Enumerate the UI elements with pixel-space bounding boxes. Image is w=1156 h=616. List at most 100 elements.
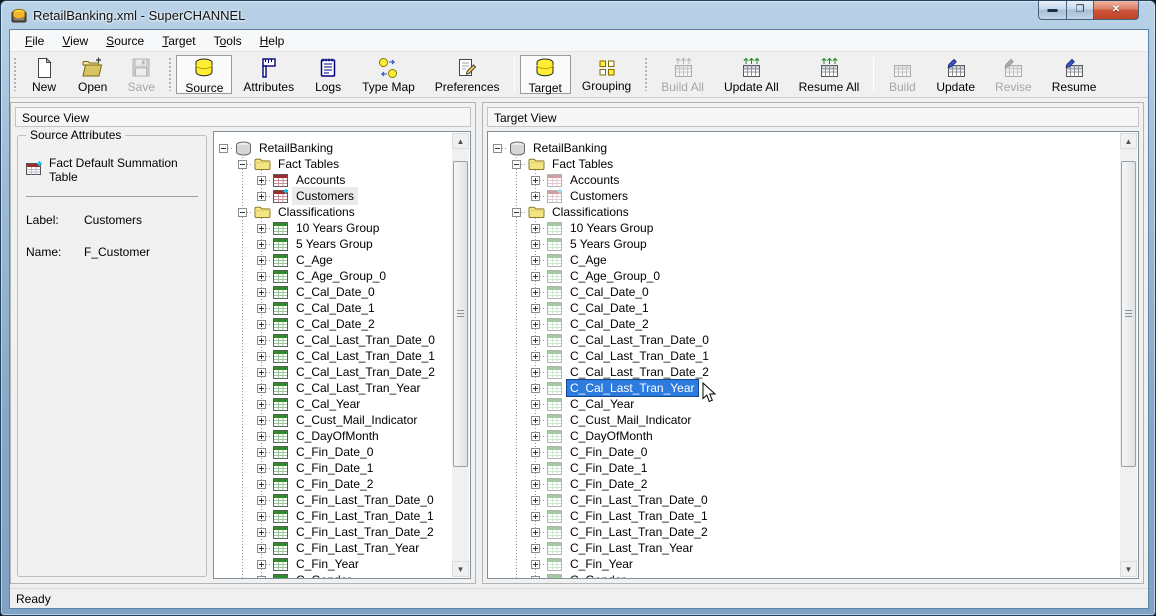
tree-item-c-age[interactable]: C_Age — [489, 252, 1120, 268]
tree-item-5-years-group[interactable]: 5 Years Group — [215, 236, 452, 252]
minimize-button[interactable]: ▬ — [1038, 1, 1067, 20]
menu-tools[interactable]: Tools — [205, 31, 251, 51]
expand-icon[interactable] — [531, 464, 540, 473]
expand-icon[interactable] — [257, 320, 266, 329]
tree-item-c-cal-year[interactable]: C_Cal_Year — [489, 396, 1120, 412]
expand-icon[interactable] — [531, 352, 540, 361]
tree-item-accounts[interactable]: Accounts — [489, 172, 1120, 188]
tree-item-c-fin-date-1[interactable]: C_Fin_Date_1 — [489, 460, 1120, 476]
tree-item-c-fin-year[interactable]: C_Fin_Year — [489, 556, 1120, 572]
tree-item-c-cal-date-2[interactable]: C_Cal_Date_2 — [489, 316, 1120, 332]
menu-target[interactable]: Target — [153, 31, 204, 51]
menu-help[interactable]: Help — [251, 31, 294, 51]
expand-icon[interactable] — [531, 256, 540, 265]
expand-icon[interactable] — [531, 288, 540, 297]
expand-icon[interactable] — [531, 224, 540, 233]
tree-item-c-cal-last-tran-date-0[interactable]: C_Cal_Last_Tran_Date_0 — [215, 332, 452, 348]
source-tree-scrollbar[interactable]: ▲ ▼ — [452, 133, 469, 577]
expand-icon[interactable] — [531, 336, 540, 345]
maximize-button[interactable]: ❐ — [1067, 1, 1094, 20]
expand-icon[interactable] — [257, 240, 266, 249]
close-button[interactable]: ✕ — [1094, 1, 1139, 20]
scrollbar-thumb[interactable] — [453, 161, 468, 467]
toolbar-button-logs[interactable]: Logs — [305, 55, 351, 94]
expand-icon[interactable] — [531, 544, 540, 553]
expand-icon[interactable] — [531, 240, 540, 249]
expand-icon[interactable] — [531, 576, 540, 580]
tree-item-c-cal-year[interactable]: C_Cal_Year — [215, 396, 452, 412]
tree-item-c-cal-last-tran-date-2[interactable]: C_Cal_Last_Tran_Date_2 — [215, 364, 452, 380]
tree-item-c-cal-last-tran-date-0[interactable]: C_Cal_Last_Tran_Date_0 — [489, 332, 1120, 348]
tree-item-c-cal-last-tran-year[interactable]: C_Cal_Last_Tran_Year — [489, 380, 1120, 396]
expand-icon[interactable] — [531, 368, 540, 377]
toolbar-grip[interactable] — [644, 58, 648, 91]
title-bar[interactable]: RetailBanking.xml - SuperCHANNEL ▬ ❐ ✕ — [1, 1, 1155, 29]
expand-icon[interactable] — [257, 288, 266, 297]
expand-icon[interactable] — [257, 576, 266, 580]
tree-item-c-dayofmonth[interactable]: C_DayOfMonth — [489, 428, 1120, 444]
expand-icon[interactable] — [257, 400, 266, 409]
tree-item-10-years-group[interactable]: 10 Years Group — [215, 220, 452, 236]
tree-item-c-dayofmonth[interactable]: C_DayOfMonth — [215, 428, 452, 444]
tree-item-c-fin-date-0[interactable]: C_Fin_Date_0 — [489, 444, 1120, 460]
tree-item-c-cal-date-0[interactable]: C_Cal_Date_0 — [489, 284, 1120, 300]
tree-item-c-fin-last-tran-date-1[interactable]: C_Fin_Last_Tran_Date_1 — [215, 508, 452, 524]
tree-item-c-fin-date-0[interactable]: C_Fin_Date_0 — [215, 444, 452, 460]
expand-icon[interactable] — [257, 496, 266, 505]
tree-item-c-fin-date-2[interactable]: C_Fin_Date_2 — [215, 476, 452, 492]
expand-icon[interactable] — [257, 512, 266, 521]
expand-icon[interactable] — [531, 192, 540, 201]
tree-item-c-gender[interactable]: C_Gender — [489, 572, 1120, 579]
scroll-down-icon[interactable]: ▼ — [1120, 561, 1137, 577]
toolbar-button-attributes[interactable]: Attributes — [234, 55, 303, 94]
expand-icon[interactable] — [257, 304, 266, 313]
expand-icon[interactable] — [531, 400, 540, 409]
tree-item-c-fin-year[interactable]: C_Fin_Year — [215, 556, 452, 572]
tree-item-5-years-group[interactable]: 5 Years Group — [489, 236, 1120, 252]
expand-icon[interactable] — [257, 528, 266, 537]
tree-item-c-gender[interactable]: C_Gender — [215, 572, 452, 579]
collapse-icon[interactable] — [219, 144, 228, 153]
tree-item-customers[interactable]: Customers — [489, 188, 1120, 204]
tree-item-accounts[interactable]: Accounts — [215, 172, 452, 188]
expand-icon[interactable] — [531, 448, 540, 457]
toolbar-button-resume[interactable]: Resume — [1043, 55, 1106, 94]
tree-item-c-fin-last-tran-year[interactable]: C_Fin_Last_Tran_Year — [489, 540, 1120, 556]
expand-icon[interactable] — [257, 176, 266, 185]
expand-icon[interactable] — [531, 432, 540, 441]
expand-icon[interactable] — [531, 560, 540, 569]
tree-item-c-cal-last-tran-date-1[interactable]: C_Cal_Last_Tran_Date_1 — [489, 348, 1120, 364]
tree-item-label[interactable]: C_Gender — [292, 571, 355, 579]
tree-item-c-cal-date-2[interactable]: C_Cal_Date_2 — [215, 316, 452, 332]
expand-icon[interactable] — [257, 448, 266, 457]
scroll-down-icon[interactable]: ▼ — [452, 561, 469, 577]
toolbar-button-grouping[interactable]: Grouping — [573, 55, 640, 94]
expand-icon[interactable] — [257, 368, 266, 377]
collapse-icon[interactable] — [238, 160, 247, 169]
toolbar-grip[interactable] — [168, 58, 172, 91]
tree-item-retailbanking[interactable]: RetailBanking — [489, 140, 1120, 156]
target-tree-scrollbar[interactable]: ▲ ▼ — [1120, 133, 1137, 577]
tree-item-c-cal-date-1[interactable]: C_Cal_Date_1 — [489, 300, 1120, 316]
expand-icon[interactable] — [257, 416, 266, 425]
toolbar-button-type-map[interactable]: Type Map — [353, 55, 424, 94]
expand-icon[interactable] — [257, 336, 266, 345]
expand-icon[interactable] — [531, 320, 540, 329]
expand-icon[interactable] — [531, 272, 540, 281]
collapse-icon[interactable] — [512, 160, 521, 169]
expand-icon[interactable] — [531, 512, 540, 521]
collapse-icon[interactable] — [512, 208, 521, 217]
expand-icon[interactable] — [531, 176, 540, 185]
collapse-icon[interactable] — [493, 144, 502, 153]
tree-item-c-fin-last-tran-date-0[interactable]: C_Fin_Last_Tran_Date_0 — [489, 492, 1120, 508]
tree-item-c-cal-last-tran-date-2[interactable]: C_Cal_Last_Tran_Date_2 — [489, 364, 1120, 380]
tree-item-10-years-group[interactable]: 10 Years Group — [489, 220, 1120, 236]
menu-source[interactable]: Source — [97, 31, 153, 51]
expand-icon[interactable] — [531, 384, 540, 393]
tree-item-c-cust-mail-indicator[interactable]: C_Cust_Mail_Indicator — [215, 412, 452, 428]
tree-item-c-fin-last-tran-date-0[interactable]: C_Fin_Last_Tran_Date_0 — [215, 492, 452, 508]
expand-icon[interactable] — [531, 496, 540, 505]
tree-item-c-fin-last-tran-date-2[interactable]: C_Fin_Last_Tran_Date_2 — [489, 524, 1120, 540]
tree-item-c-age-group-0[interactable]: C_Age_Group_0 — [489, 268, 1120, 284]
tree-item-c-fin-date-2[interactable]: C_Fin_Date_2 — [489, 476, 1120, 492]
